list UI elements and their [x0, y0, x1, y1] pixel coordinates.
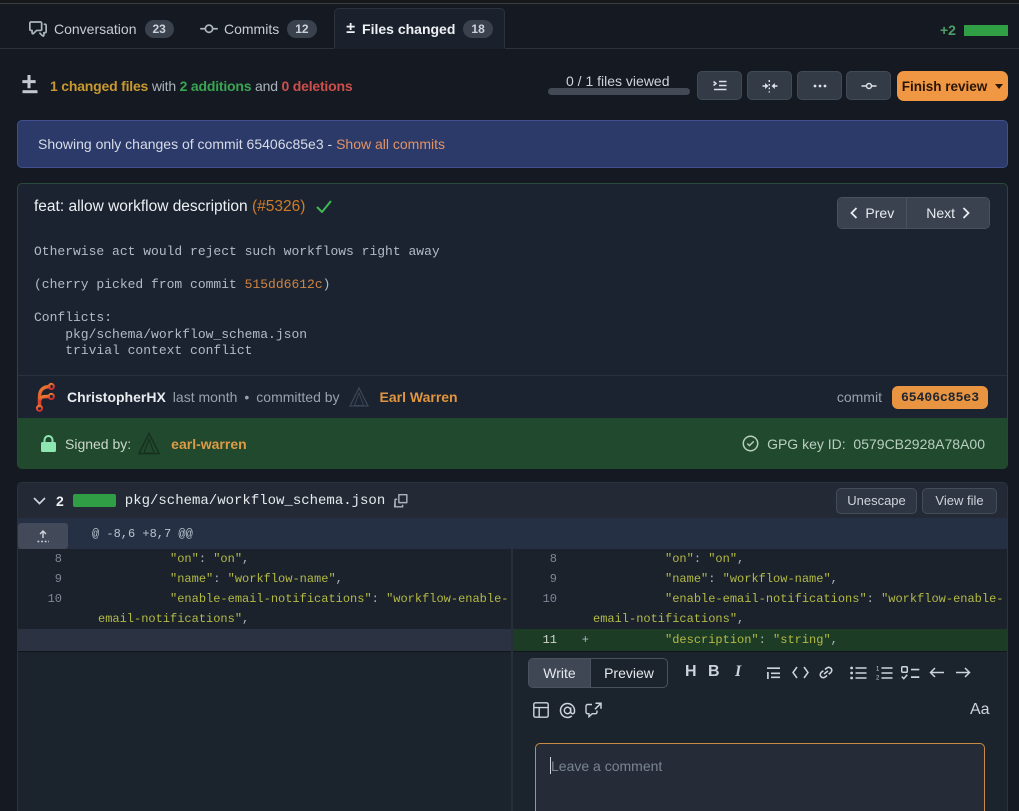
svg-text:1: 1 — [876, 667, 880, 673]
svg-text:2: 2 — [876, 676, 880, 681]
